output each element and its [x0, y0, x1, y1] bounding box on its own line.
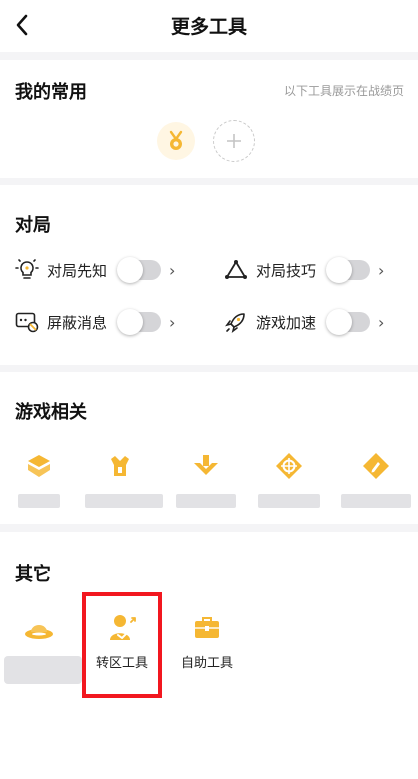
medal-icon	[169, 130, 183, 150]
chevron-right-icon[interactable]: ›	[378, 261, 384, 280]
blurred-label	[258, 494, 320, 508]
lightbulb-icon	[15, 259, 39, 279]
favorites-title: 我的常用	[15, 82, 87, 103]
game-tool-4[interactable]	[254, 448, 324, 508]
self-service-tool[interactable]: 自助工具	[172, 610, 242, 671]
chevron-right-icon[interactable]: ›	[169, 313, 175, 332]
game-tool-1[interactable]	[4, 448, 74, 508]
favorite-medal-item[interactable]	[157, 122, 195, 160]
blurred-label	[18, 494, 60, 508]
rocket-icon	[225, 313, 245, 333]
match-tips-switch[interactable]	[326, 257, 370, 283]
toggle-row-block-messages: 屏蔽消息 ›	[15, 307, 175, 337]
switch-knob	[117, 309, 143, 335]
match-prophet-switch[interactable]	[117, 257, 161, 283]
page-title: 更多工具	[170, 16, 247, 38]
game-title: 游戏相关	[15, 402, 87, 423]
game-tool-5[interactable]	[341, 448, 411, 508]
chevron-right-icon[interactable]: ›	[378, 313, 384, 332]
match-title: 对局	[15, 215, 51, 236]
highlight-box	[82, 592, 162, 698]
game-tool-3[interactable]	[171, 448, 241, 508]
switch-knob	[117, 257, 143, 283]
switch-knob	[326, 309, 352, 335]
game-tool-2[interactable]	[85, 448, 163, 508]
toggle-label: 游戏加速	[256, 313, 317, 332]
other-tool-1[interactable]	[4, 614, 82, 684]
triangle-nodes-icon	[225, 260, 247, 279]
message-block-icon	[15, 312, 39, 333]
toggle-label: 屏蔽消息	[47, 313, 108, 332]
cube-icon	[28, 455, 50, 477]
blurred-label	[176, 494, 236, 508]
block-messages-switch[interactable]	[117, 309, 161, 335]
toggle-row-match-prophet: 对局先知 ›	[15, 255, 175, 285]
toggle-label: 对局先知	[47, 261, 108, 280]
toolbox-icon	[195, 617, 219, 638]
match-section: 对局 对局先知 › 对局技巧 › 屏蔽消息 › 游戏加速 ›	[0, 185, 418, 365]
other-section: 其它 转区工具 自助工具	[0, 532, 418, 779]
compass-icon	[276, 453, 302, 479]
game-section: 游戏相关	[0, 372, 418, 524]
favorites-hint: 以下工具展示在战绩页	[283, 84, 404, 98]
toggle-row-game-boost: 游戏加速 ›	[224, 307, 384, 337]
edit-icon	[363, 453, 389, 479]
switch-knob	[326, 257, 352, 283]
blurred-label	[4, 656, 82, 684]
toggle-row-match-tips: 对局技巧 ›	[224, 255, 384, 285]
favorites-section: 我的常用 以下工具展示在战绩页	[0, 60, 418, 178]
blurred-label	[341, 494, 411, 508]
self-service-tool-label: 自助工具	[180, 656, 233, 671]
toggle-label: 对局技巧	[256, 261, 317, 280]
game-boost-switch[interactable]	[326, 309, 370, 335]
blurred-label	[85, 494, 163, 508]
header: 更多工具	[0, 0, 418, 52]
plus-icon	[227, 134, 241, 148]
add-favorite-button[interactable]	[213, 120, 255, 162]
other-title: 其它	[15, 564, 51, 585]
download-icon	[194, 455, 218, 475]
rune-icon	[111, 456, 129, 476]
chevron-right-icon[interactable]: ›	[169, 261, 175, 280]
saucer-icon	[25, 625, 53, 639]
